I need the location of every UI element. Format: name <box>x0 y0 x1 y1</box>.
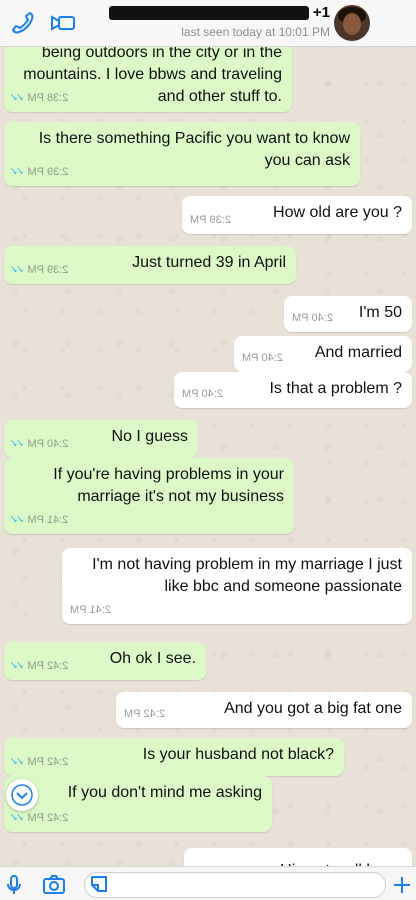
video-camera-icon[interactable] <box>50 10 76 36</box>
message-bubble[interactable]: Is there something Pacific you want to k… <box>4 122 360 186</box>
message-bubble[interactable]: Oh ok I see. 2:42 PM✓✓ <box>4 642 206 680</box>
message-bubble[interactable]: being outdoors in the city or in the mou… <box>4 44 292 112</box>
read-ticks-icon: ✓✓ <box>12 514 25 526</box>
message-bubble[interactable]: I'm 50 2:40 PM <box>284 296 412 332</box>
phone-icon[interactable] <box>10 10 36 36</box>
chat-header: +1 last seen today at 10:01 PM <box>0 0 416 47</box>
message-time: 2:39 PM <box>27 166 69 178</box>
scroll-to-bottom-button[interactable] <box>6 779 38 811</box>
chevron-down-icon <box>11 784 33 806</box>
read-ticks-icon: ✓✓ <box>12 438 25 450</box>
read-ticks-icon: ✓✓ <box>12 660 25 672</box>
message-time: 2:42 PM <box>27 812 69 824</box>
message-list[interactable]: being outdoors in the city or in the mou… <box>0 44 416 884</box>
message-time: 2:40 PM <box>27 438 69 450</box>
redaction-mark <box>108 6 309 21</box>
message-composer <box>0 866 416 900</box>
message-time: 2:42 PM <box>27 660 69 672</box>
read-ticks-icon: ✓✓ <box>12 756 25 768</box>
message-time: 2:40 PM <box>182 388 223 400</box>
message-bubble[interactable]: Just turned 39 in April 2:39 PM✓✓ <box>4 246 296 284</box>
message-bubble[interactable]: If you're having problems in your marria… <box>4 458 294 534</box>
read-ticks-icon: ✓✓ <box>12 264 25 276</box>
message-time: 2:40 PM <box>292 312 333 324</box>
contact-avatar[interactable] <box>334 5 370 41</box>
contact-name[interactable]: +1 <box>90 4 330 22</box>
message-bubble[interactable]: Is that a problem ? 2:40 PM <box>174 372 412 408</box>
message-bubble[interactable]: If you don't mind me asking 2:42 PM✓✓ <box>4 776 272 832</box>
message-time: 2:39 PM <box>190 214 231 226</box>
message-input[interactable] <box>84 872 386 898</box>
microphone-icon[interactable] <box>2 873 26 897</box>
read-ticks-icon: ✓✓ <box>12 812 25 824</box>
message-bubble[interactable]: I'm not having problem in my marriage I … <box>62 548 412 624</box>
message-bubble[interactable]: And you got a big fat one 2:42 PM <box>116 692 412 728</box>
message-time: 2:38 PM <box>27 92 69 104</box>
sticker-icon[interactable] <box>87 872 111 896</box>
message-time: 2:41 PM <box>27 514 69 526</box>
message-bubble[interactable]: No I guess 2:40 PM✓✓ <box>4 420 198 458</box>
plus-icon[interactable] <box>390 873 414 897</box>
message-time: 2:40 PM <box>242 352 283 364</box>
last-seen-status: last seen today at 10:01 PM <box>181 25 330 39</box>
read-ticks-icon: ✓✓ <box>12 92 25 104</box>
message-bubble[interactable]: Is your husband not black? 2:42 PM✓✓ <box>4 738 344 776</box>
camera-icon[interactable] <box>42 873 66 897</box>
message-time: 2:41 PM <box>70 604 111 616</box>
message-bubble[interactable]: How old are you ? 2:39 PM <box>182 196 412 234</box>
message-time: 2:42 PM <box>124 708 165 720</box>
chat-screen: +1 last seen today at 10:01 PM being out… <box>0 0 416 900</box>
message-time: 2:39 PM <box>27 264 69 276</box>
message-time: 2:42 PM <box>27 756 69 768</box>
read-ticks-icon: ✓✓ <box>12 166 25 178</box>
message-bubble[interactable]: And married 2:40 PM <box>234 336 412 372</box>
